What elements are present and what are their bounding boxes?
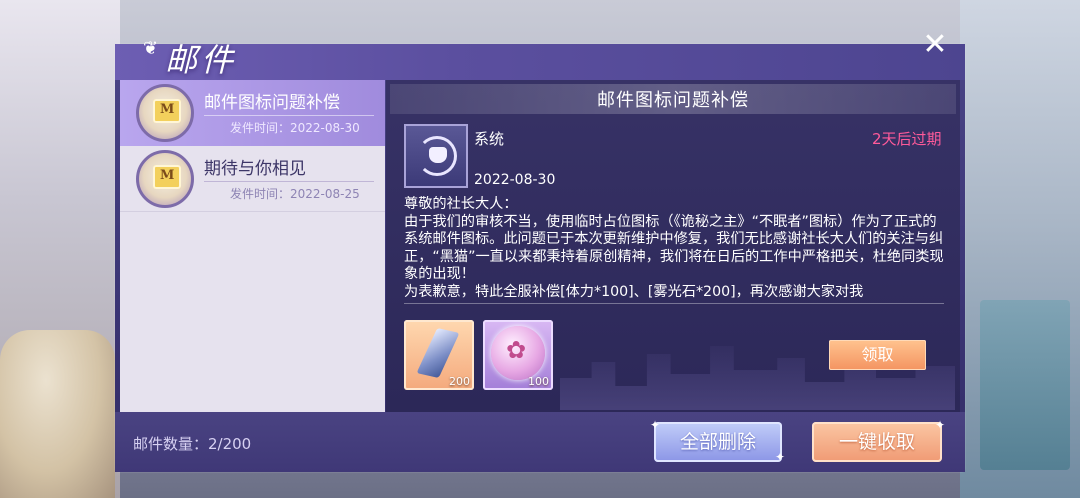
mail-subject: 邮件图标问题补偿 (204, 93, 340, 113)
reward-count: 200 (449, 375, 470, 388)
mail-date: 发件时间：2022-08-30 (230, 121, 360, 135)
body-divider (404, 303, 944, 304)
mail-envelope-icon (136, 150, 194, 208)
mail-count: 邮件数量：2/200 (133, 435, 252, 453)
mail-sent-date: 2022-08-30 (474, 172, 556, 188)
mail-date: 发件时间：2022-08-25 (230, 187, 360, 201)
orb-icon (491, 326, 545, 380)
background-chair (0, 330, 115, 498)
claim-button[interactable]: 领取 (829, 340, 926, 370)
mail-list: 邮件图标问题补偿 发件时间：2022-08-30 期待与你相见 发件时间：202… (120, 80, 385, 412)
crystal-icon (416, 328, 460, 378)
sender-avatar (404, 124, 468, 188)
divider (204, 181, 374, 182)
sparkle-icon: ✦ (775, 450, 786, 464)
sender-name: 系统 (474, 130, 505, 148)
cat-face-icon (429, 147, 447, 163)
window-title: 邮件 (165, 41, 238, 79)
sparkle-icon: ✦ (935, 418, 946, 432)
detail-title: 邮件图标问题补偿 (597, 90, 749, 111)
mail-list-item[interactable]: 期待与你相见 发件时间：2022-08-25 (120, 146, 385, 212)
close-icon[interactable]: ✕ (918, 28, 952, 62)
background-cabinet (980, 300, 1070, 470)
divider (204, 115, 374, 116)
reward-count: 100 (528, 375, 549, 388)
expire-notice: 2天后过期 (872, 130, 942, 148)
sparkle-icon: ✦ (650, 418, 661, 432)
mail-envelope-icon (136, 84, 194, 142)
mail-body[interactable]: 尊敬的社长大人： 由于我们的审核不当，使用临时占位图标（《诡秘之主》“不眠者”图… (404, 196, 944, 302)
reward-item-orb[interactable]: 100 (483, 320, 553, 390)
delete-all-button[interactable]: 全部删除 (654, 422, 782, 462)
mail-body-text: 尊敬的社长大人： 由于我们的审核不当，使用临时占位图标（《诡秘之主》“不眠者”图… (404, 196, 944, 300)
title-bar (115, 44, 965, 80)
feather-icon: ❦ (143, 38, 159, 59)
mail-subject: 期待与你相见 (204, 159, 306, 179)
collect-all-button[interactable]: 一键收取 (812, 422, 942, 462)
mail-list-item[interactable]: 邮件图标问题补偿 发件时间：2022-08-30 (120, 80, 385, 146)
reward-item-crystal[interactable]: 200 (404, 320, 474, 390)
